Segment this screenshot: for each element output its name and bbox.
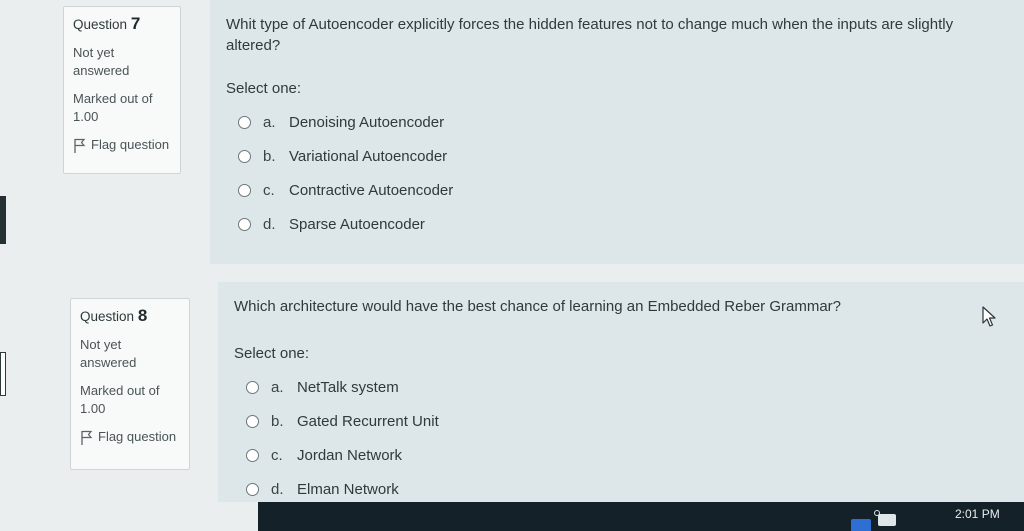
- answer-text: Variational Autoencoder: [289, 147, 448, 165]
- question-8-info: Question 8 Not yet answered Marked out o…: [70, 298, 190, 470]
- answer-list: a. Denoising Autoencoder b. Variational …: [226, 105, 1008, 241]
- radio-button[interactable]: [246, 414, 259, 428]
- answer-option-c[interactable]: c. Jordan Network: [234, 438, 1008, 472]
- flag-icon: [74, 138, 86, 153]
- app-icon[interactable]: [874, 510, 896, 526]
- answer-text: Denoising Autoencoder: [289, 113, 445, 131]
- question-status: Not yet answered: [80, 337, 137, 370]
- radio-button[interactable]: [238, 217, 251, 231]
- flag-label: Flag question: [91, 137, 170, 152]
- answer-text: NetTalk system: [297, 378, 399, 396]
- answer-text: Sparse Autoencoder: [289, 215, 425, 233]
- question-number: Question 7: [73, 14, 141, 33]
- radio-button[interactable]: [238, 115, 251, 129]
- question-marks: Marked out of 1.00: [73, 91, 153, 124]
- answer-text: Contractive Autoencoder: [289, 181, 454, 199]
- flag-question-button[interactable]: Flag question: [80, 428, 180, 446]
- answer-text: Jordan Network: [297, 446, 403, 464]
- question-text: Which architecture would have the best c…: [234, 298, 841, 315]
- question-status: Not yet answered: [73, 45, 130, 78]
- radio-button[interactable]: [238, 183, 251, 197]
- select-one-label: Select one:: [234, 345, 310, 362]
- answer-option-a[interactable]: a. NetTalk system: [234, 370, 1008, 404]
- question-text: Whit type of Autoencoder explicitly forc…: [226, 16, 954, 54]
- question-7-content: Whit type of Autoencoder explicitly forc…: [210, 0, 1024, 264]
- answer-option-c[interactable]: c. Contractive Autoencoder: [226, 173, 1008, 207]
- answer-option-b[interactable]: b. Gated Recurrent Unit: [234, 404, 1008, 438]
- flag-label: Flag question: [98, 429, 177, 444]
- mouse-cursor-icon: [982, 306, 996, 327]
- radio-button[interactable]: [246, 380, 259, 394]
- taskbar-clock[interactable]: 2:01 PM: [955, 507, 1000, 521]
- select-one-label: Select one:: [226, 80, 302, 97]
- radio-button[interactable]: [246, 482, 259, 496]
- flag-icon: [81, 430, 93, 445]
- question-marks: Marked out of 1.00: [80, 383, 160, 416]
- answer-option-d[interactable]: d. Elman Network: [234, 472, 1008, 506]
- taskbar-accent: [851, 519, 871, 531]
- radio-button[interactable]: [246, 448, 259, 462]
- taskbar: [258, 502, 1024, 531]
- answer-option-b[interactable]: b. Variational Autoencoder: [226, 139, 1008, 173]
- radio-button[interactable]: [238, 149, 251, 163]
- answer-text: Gated Recurrent Unit: [297, 412, 439, 430]
- answer-option-d[interactable]: d. Sparse Autoencoder: [226, 207, 1008, 241]
- question-number: Question 8: [80, 306, 148, 325]
- question-7-info: Question 7 Not yet answered Marked out o…: [63, 6, 181, 174]
- left-edge-handle[interactable]: [0, 352, 6, 396]
- left-edge-bar: [0, 196, 6, 244]
- question-8-content: Which architecture would have the best c…: [218, 282, 1024, 502]
- answer-text: Elman Network: [297, 480, 399, 498]
- answer-list: a. NetTalk system b. Gated Recurrent Uni…: [234, 370, 1008, 506]
- flag-question-button[interactable]: Flag question: [73, 136, 171, 154]
- answer-option-a[interactable]: a. Denoising Autoencoder: [226, 105, 1008, 139]
